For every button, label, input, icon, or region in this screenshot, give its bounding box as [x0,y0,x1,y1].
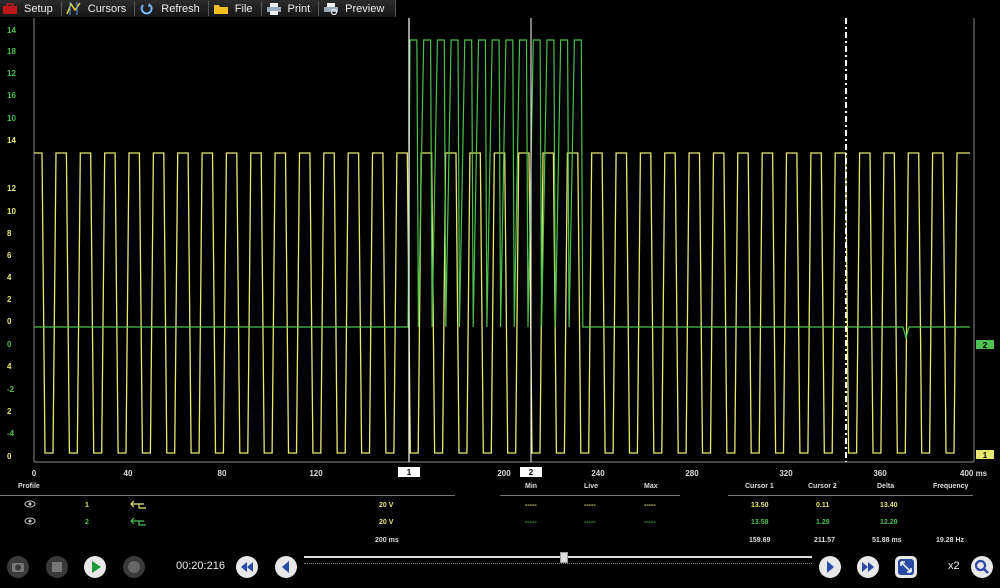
x-tick-label: 280 [685,469,699,478]
cursor2-time: 211.57 [814,537,836,544]
zoom-level: x2 [948,560,960,572]
y-tick-label: 4 [7,273,12,282]
channel-number: 2 [85,519,89,526]
table-divider [728,495,973,496]
y-tick-label: 16 [7,91,16,100]
cursor2-header: Cursor 2 [808,483,837,490]
eye-icon[interactable] [24,499,36,509]
min-value: ----- [525,519,537,526]
channel-number: 1 [85,502,89,509]
y-tick-label: 2 [7,407,12,416]
y-tick-label: 6 [7,251,12,260]
max-value: ----- [644,519,656,526]
max-value: ----- [644,502,656,509]
x-tick-label: 400 ms [960,469,988,478]
magnifier-icon[interactable] [970,555,994,579]
live-header: Live [584,483,599,490]
play-button[interactable] [83,555,107,579]
y-tick-label: 18 [7,47,16,56]
y-tick-label: 14 [7,26,16,35]
channel-scale: 20 V [379,519,394,526]
step-forward-button[interactable] [818,555,842,579]
waveform-plot[interactable]: 14181216101412108642004-22-40 0408012016… [0,0,1000,548]
y-tick-label: 0 [7,452,12,461]
cursor-2-label: 2 [529,468,534,477]
x-tick-label: 80 [218,469,227,478]
cursor1-time: 159.69 [749,537,771,544]
channel-2-marker-label: 2 [983,341,988,350]
profile-header: Profile [18,483,40,490]
y-tick-label: 2 [7,295,12,304]
cursor1-header: Cursor 1 [745,483,774,490]
probe-icon [130,500,146,509]
elapsed-time: 00:20:216 [176,560,225,572]
cursor2-value: 0.11 [816,502,830,509]
y-tick-label: 12 [7,184,16,193]
table-divider [0,495,455,496]
cursor-1-label: 1 [407,468,412,477]
eye-icon[interactable] [24,516,36,526]
y-tick-label: 14 [7,136,16,145]
channel-1-marker-label: 1 [983,451,988,460]
y-tick-label: 12 [7,69,16,78]
y-tick-label: 10 [7,207,16,216]
x-tick-label: 0 [32,469,37,478]
x-tick-label: 320 [779,469,793,478]
x-tick-label: 40 [124,469,133,478]
step-back-button[interactable] [274,555,298,579]
rewind-button[interactable] [235,555,259,579]
record-button[interactable] [122,555,146,579]
delta-value: 13.40 [880,502,898,509]
delta-time: 51.88 ms [872,537,902,544]
frequency-header: Frequency [933,483,969,490]
timeline-slider-track[interactable] [304,556,812,558]
x-tick-label: 360 [873,469,887,478]
x-tick-label: 200 [497,469,511,478]
delta-value: 12.29 [880,519,898,526]
y-tick-label: 0 [7,340,12,349]
max-header: Max [644,483,658,490]
x-tick-label: 240 [591,469,605,478]
timeline-slider-thumb[interactable] [560,552,569,563]
playback-bar [0,548,1000,588]
timeline-buffer [304,563,812,565]
cursor1-value: 13.58 [751,519,769,526]
probe-icon [130,517,146,526]
cursor1-value: 13.50 [751,502,769,509]
cursor2-value: 1.29 [816,519,830,526]
channel-scale: 20 V [379,502,394,509]
frequency-value: 19.28 Hz [936,537,965,544]
x-tick-label: 120 [309,469,323,478]
y-tick-label: 0 [7,317,12,326]
y-tick-label: 8 [7,229,12,238]
y-tick-label: 10 [7,114,16,123]
stop-button[interactable] [45,555,69,579]
table-divider [500,495,680,496]
camera-icon[interactable] [6,555,30,579]
min-value: ----- [525,502,537,509]
y-tick-label: -2 [7,385,15,394]
delta-header: Delta [877,483,895,490]
live-value: ----- [584,502,596,509]
y-tick-label: 4 [7,362,12,371]
timebase-value[interactable]: 200 ms [375,537,399,544]
min-header: Min [525,483,538,490]
y-tick-label: -4 [7,429,15,438]
fast-forward-button[interactable] [856,555,880,579]
live-value: ----- [584,519,596,526]
fullscreen-icon[interactable] [894,555,918,579]
